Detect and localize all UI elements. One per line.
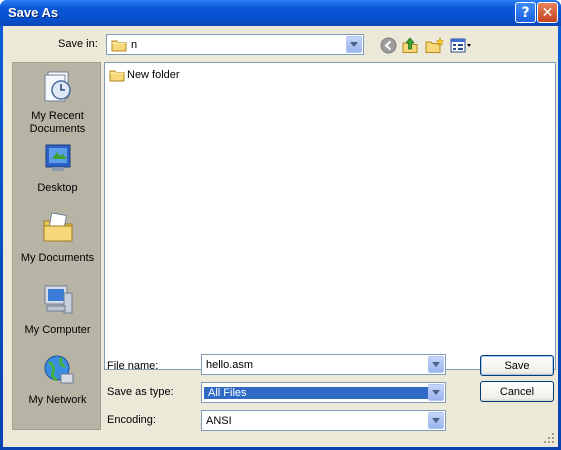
file-list[interactable]: New folder (104, 62, 556, 370)
file-name-value[interactable]: hello.asm (202, 359, 428, 371)
views-menu-button[interactable] (449, 36, 473, 54)
save-in-dropdown-arrow[interactable] (346, 36, 362, 53)
save-button[interactable]: Save (480, 355, 554, 376)
my-network-icon (44, 355, 73, 384)
place-label: My Recent (31, 110, 84, 122)
save-as-dialog: Save As ? ✕ Save in: n My Recent Documen… (0, 0, 561, 450)
save-in-combo[interactable]: n (106, 34, 364, 55)
file-name-label: File name: (107, 360, 159, 372)
save-as-type-select[interactable]: All Files (201, 382, 446, 403)
recent-documents-icon (44, 71, 71, 102)
desktop-icon (45, 144, 70, 171)
window-title: Save As (8, 5, 59, 20)
help-button[interactable]: ? (515, 2, 536, 23)
folder-icon (109, 70, 125, 82)
my-computer-icon (44, 285, 72, 314)
back-arrow-icon (380, 37, 396, 53)
new-folder-icon (425, 36, 444, 53)
place-label: My Documents (20, 252, 95, 264)
encoding-dropdown-arrow[interactable] (428, 412, 444, 429)
place-label: My Computer (24, 324, 91, 336)
create-new-folder-button[interactable] (424, 36, 444, 54)
resize-grip-icon[interactable] (543, 432, 555, 444)
views-menu-icon (450, 38, 471, 52)
place-label: Desktop (37, 182, 78, 194)
save-as-type-value: All Files (204, 386, 428, 399)
file-name-text: New folder (127, 69, 180, 81)
place-my-recent-documents[interactable]: My Recent Documents (13, 69, 102, 136)
close-icon: ✕ (541, 4, 554, 21)
encoding-value: ANSI (206, 414, 232, 427)
place-my-computer[interactable]: My Computer (13, 283, 102, 337)
save-as-type-dropdown-arrow[interactable] (428, 384, 444, 401)
save-in-value: n (131, 38, 138, 51)
place-desktop[interactable]: Desktop (13, 141, 102, 195)
back-button[interactable] (378, 36, 398, 54)
close-button[interactable]: ✕ (537, 2, 558, 23)
up-folder-icon (402, 36, 418, 53)
file-name-dropdown-arrow[interactable] (428, 356, 444, 373)
cancel-button[interactable]: Cancel (480, 381, 554, 402)
dialog-body: Save in: n My Recent Documents Desktop M… (3, 26, 558, 447)
place-my-documents[interactable]: My Documents (13, 211, 102, 265)
up-one-level-button[interactable] (400, 36, 420, 54)
list-item[interactable]: New folder (109, 68, 180, 82)
save-as-type-label: Save as type: (107, 386, 174, 398)
help-icon: ? (521, 4, 530, 21)
title-bar[interactable]: Save As ? ✕ (0, 0, 561, 26)
folder-icon (111, 40, 127, 51)
place-label-line2: Documents (29, 123, 86, 135)
encoding-select[interactable]: ANSI (201, 410, 446, 431)
my-documents-icon (43, 212, 72, 242)
encoding-label: Encoding: (107, 414, 156, 426)
place-label: My Network (28, 394, 87, 406)
place-my-network[interactable]: My Network (13, 353, 102, 407)
places-bar: My Recent Documents Desktop My Documents… (12, 62, 101, 430)
file-name-input[interactable]: hello.asm (201, 354, 446, 375)
save-in-label: Save in: (58, 38, 98, 50)
